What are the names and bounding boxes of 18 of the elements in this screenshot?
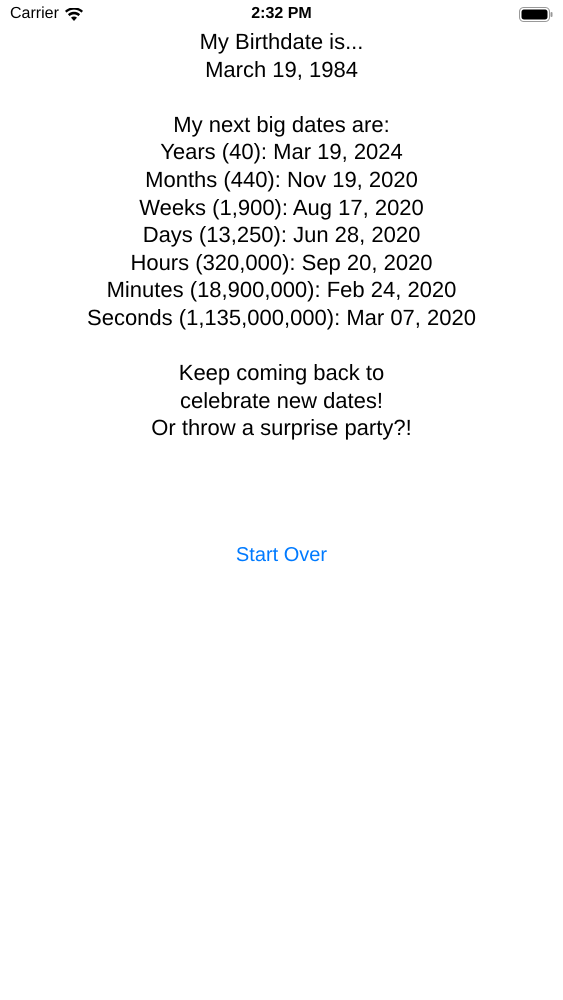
message-text: Keep coming back to (178, 359, 384, 387)
big-date-text: Years (40): Mar 19, 2024 (160, 138, 403, 166)
birthdate-text: March 19, 1984 (205, 56, 358, 84)
big-date-text: Weeks (1,900): Aug 17, 2020 (139, 194, 424, 222)
carrier-label: Carrier (10, 5, 59, 23)
message-text: Or throw a surprise party?! (151, 414, 412, 442)
big-date-text: Months (440): Nov 19, 2020 (145, 166, 418, 194)
battery-icon (519, 6, 553, 22)
birthdate-text: My Birthdate is... (200, 28, 364, 56)
big-date-text: Seconds (1,135,000,000): Mar 07, 2020 (87, 304, 476, 332)
start-over-button[interactable]: Start Over (232, 542, 332, 568)
message-text: celebrate new dates! (180, 386, 384, 414)
big-date-text: Minutes (18,900,000): Feb 24, 2020 (106, 276, 456, 304)
wifi-icon (64, 8, 83, 20)
big-date-text: Days (13,250): Jun 28, 2020 (142, 221, 420, 249)
clock-time: 2:32 PM (251, 5, 312, 23)
big-date-text: My next big dates are: (173, 110, 390, 138)
big-date-text: Hours (320,000): Sep 20, 2020 (130, 248, 433, 276)
